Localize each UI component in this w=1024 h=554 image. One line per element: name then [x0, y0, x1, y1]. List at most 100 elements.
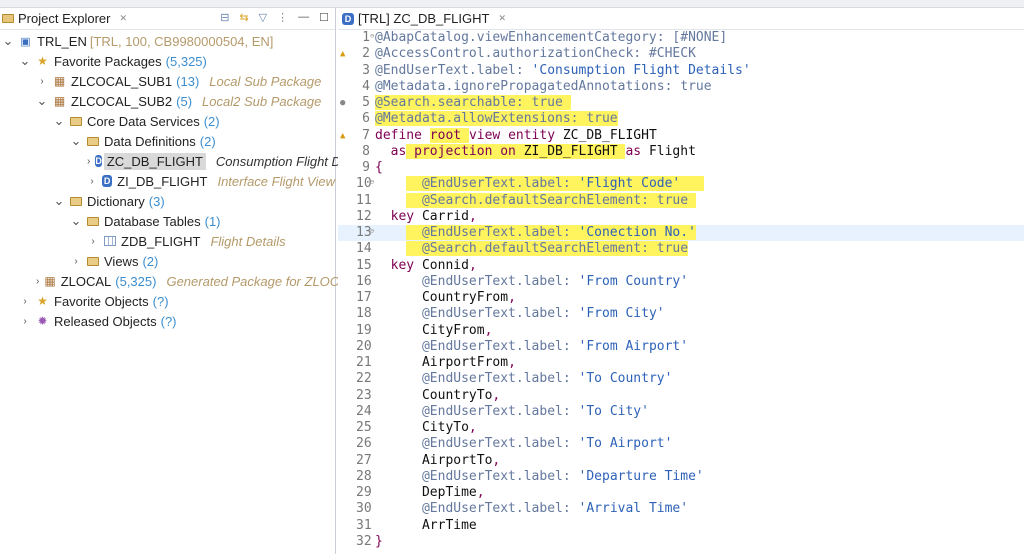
editor-tab[interactable]: D [TRL] ZC_DB_FLIGHT ✕	[338, 8, 1024, 30]
chevron-down-icon[interactable]: ⌄	[70, 134, 82, 147]
close-icon[interactable]: ✕	[498, 13, 506, 24]
tree-item-name: TRL_EN	[37, 33, 87, 49]
line-number: 6	[362, 111, 370, 127]
code-token-ann: @Metadata.ignorePropagatedAnnotations: t…	[375, 78, 712, 94]
chevron-right-icon[interactable]: ›	[36, 276, 39, 287]
link-with-editor-icon[interactable]: ⇆	[239, 11, 248, 24]
code-token-id	[375, 225, 406, 240]
tree-item[interactable]: › ▦ ZLOCAL (5,325) Generated Package for ZLO…	[0, 271, 355, 291]
tab-project-explorer[interactable]: Project Explorer ✕	[0, 11, 127, 26]
code-token-ann: @Search.defaultSearchElement: true	[406, 192, 696, 208]
tree-item[interactable]: ⌄ ▦ ZLCOCAL_SUB2 (5) Local2 Sub Package	[0, 91, 335, 111]
code-token-str: 'Conection No.'	[578, 225, 696, 240]
chevron-down-icon[interactable]: ⌄	[53, 114, 65, 127]
package-icon: ▦	[53, 74, 66, 88]
chevron-right-icon[interactable]: ›	[87, 156, 90, 167]
code-text: @Search.searchable: true	[374, 95, 571, 111]
code-editor[interactable]: 1 ⊖ @AbapCatalog.viewEnhancementCategory: …	[338, 30, 1024, 550]
tree-item-count: (?)	[152, 293, 169, 309]
code-token-id	[375, 339, 422, 354]
gutter	[338, 30, 356, 46]
tree-item[interactable]: › D ZC_DB_FLIGHT Consumption Flight Details	[0, 151, 371, 171]
maximize-icon[interactable]: ☐	[319, 11, 329, 24]
filter-icon[interactable]: ▽	[259, 11, 267, 24]
code-token-id: Connid	[421, 257, 469, 273]
tree-item[interactable]: › ZDB_FLIGHT Flight Details	[0, 231, 335, 251]
code-line: 11 @Search.defaultSearchElement: true	[338, 192, 1024, 209]
code-token-id: AirportTo	[375, 452, 493, 468]
code-text: key Carrid,	[374, 209, 477, 225]
line-number: 18	[356, 306, 372, 322]
editor-tab-title: [TRL] ZC_DB_FLIGHT	[358, 11, 490, 26]
gutter	[338, 453, 356, 469]
code-token-id: CityTo	[375, 420, 469, 435]
chevron-down-icon[interactable]: ⌄	[2, 34, 14, 47]
tree-item[interactable]: › ✹ Released Objects (?)	[0, 311, 335, 331]
code-token-id: CityFrom	[375, 322, 485, 338]
folder-icon	[87, 136, 99, 146]
tree-item-description: Generated Package for ZLOCAL	[166, 273, 356, 289]
tree-item-count: (5)	[176, 93, 193, 109]
tree-item[interactable]: › D ZI_DB_FLIGHT Interface Flight View	[0, 171, 335, 191]
tree-item[interactable]: ⌄ Data Definitions (2)	[0, 131, 335, 151]
gutter	[338, 518, 356, 534]
code-token-ann: @EndUserText.label:	[406, 225, 579, 240]
tree-item[interactable]: ⌄ ★ Favorite Packages (5,325)	[0, 51, 335, 71]
gutter	[338, 111, 356, 127]
line-number: 29	[356, 485, 372, 500]
view-menu-icon[interactable]: ⋮	[277, 11, 288, 24]
chevron-right-icon[interactable]: ›	[70, 256, 82, 267]
chevron-right-icon[interactable]: ›	[19, 316, 31, 327]
code-line: 4 @Metadata.ignorePropagatedAnnotations: …	[338, 79, 1024, 95]
gutter	[338, 274, 356, 290]
tree-item[interactable]: ⌄ Core Data Services (2)	[0, 111, 335, 131]
tree-item[interactable]: › ▦ ZLCOCAL_SUB1 (13) Local Sub Package	[0, 71, 335, 91]
line-number: 4	[362, 78, 370, 94]
tree-item[interactable]: › ★ Favorite Objects (?)	[0, 291, 335, 311]
tree-item[interactable]: ⌄ Dictionary (3)	[0, 191, 335, 211]
code-line: 14 @Search.defaultSearchElement: true	[338, 241, 1024, 257]
warning-icon[interactable]: ▲	[340, 46, 345, 62]
code-line: ● 5 @Search.searchable: true	[338, 95, 1024, 111]
warning-icon[interactable]: ▲	[340, 128, 345, 144]
chevron-down-icon[interactable]: ⌄	[19, 54, 31, 67]
code-token-id	[375, 306, 422, 321]
line-number: 7	[362, 127, 370, 143]
gutter	[338, 160, 356, 176]
chevron-right-icon[interactable]: ›	[36, 76, 48, 87]
line-number: 5	[362, 95, 370, 110]
code-token-id	[375, 176, 406, 191]
line-number: 8	[362, 143, 370, 159]
gutter	[338, 371, 356, 387]
gutter: ▲	[338, 46, 356, 62]
chevron-down-icon[interactable]: ⌄	[53, 194, 65, 207]
close-icon[interactable]: ✕	[119, 13, 127, 24]
chevron-right-icon[interactable]: ›	[87, 236, 99, 247]
code-token-kw: as	[390, 143, 407, 159]
code-line: 6 @Metadata.allowExtensions: true	[338, 111, 1024, 127]
chevron-down-icon[interactable]: ⌄	[70, 214, 82, 227]
code-line: 30 @EndUserText.label: 'Arrival Time'	[338, 501, 1024, 517]
tree-item-description: Local Sub Package	[209, 73, 322, 89]
tree-item-name: Released Objects	[54, 313, 157, 329]
tree-item[interactable]: › Views (2)	[0, 251, 335, 271]
chevron-right-icon[interactable]: ›	[19, 296, 31, 307]
minimize-icon[interactable]: —	[298, 11, 309, 24]
tree-item[interactable]: ⌄ ▣ TRL_EN [TRL, 100, CB9980000504, EN]	[0, 31, 335, 51]
code-token-pn: }	[375, 533, 383, 549]
code-line: 32}	[338, 534, 1024, 550]
tree-item-name: ZLCOCAL_SUB2	[71, 93, 173, 109]
code-token-kw: as	[625, 143, 649, 159]
code-line: 31 ArrTime	[338, 518, 1024, 534]
tree-item[interactable]: ⌄ Database Tables (1)	[0, 211, 335, 231]
info-icon[interactable]: ●	[340, 95, 345, 111]
gutter	[338, 485, 356, 501]
code-text: @EndUserText.label: 'From Country'	[374, 274, 688, 290]
system-icon: ▣	[20, 35, 31, 48]
code-token-str: 'To City'	[578, 403, 649, 419]
collapse-all-icon[interactable]: ⊟	[220, 11, 229, 24]
code-token-pn: {	[375, 160, 383, 175]
chevron-right-icon[interactable]: ›	[87, 176, 97, 187]
chevron-down-icon[interactable]: ⌄	[36, 94, 48, 107]
code-text: CityFrom,	[374, 323, 492, 339]
